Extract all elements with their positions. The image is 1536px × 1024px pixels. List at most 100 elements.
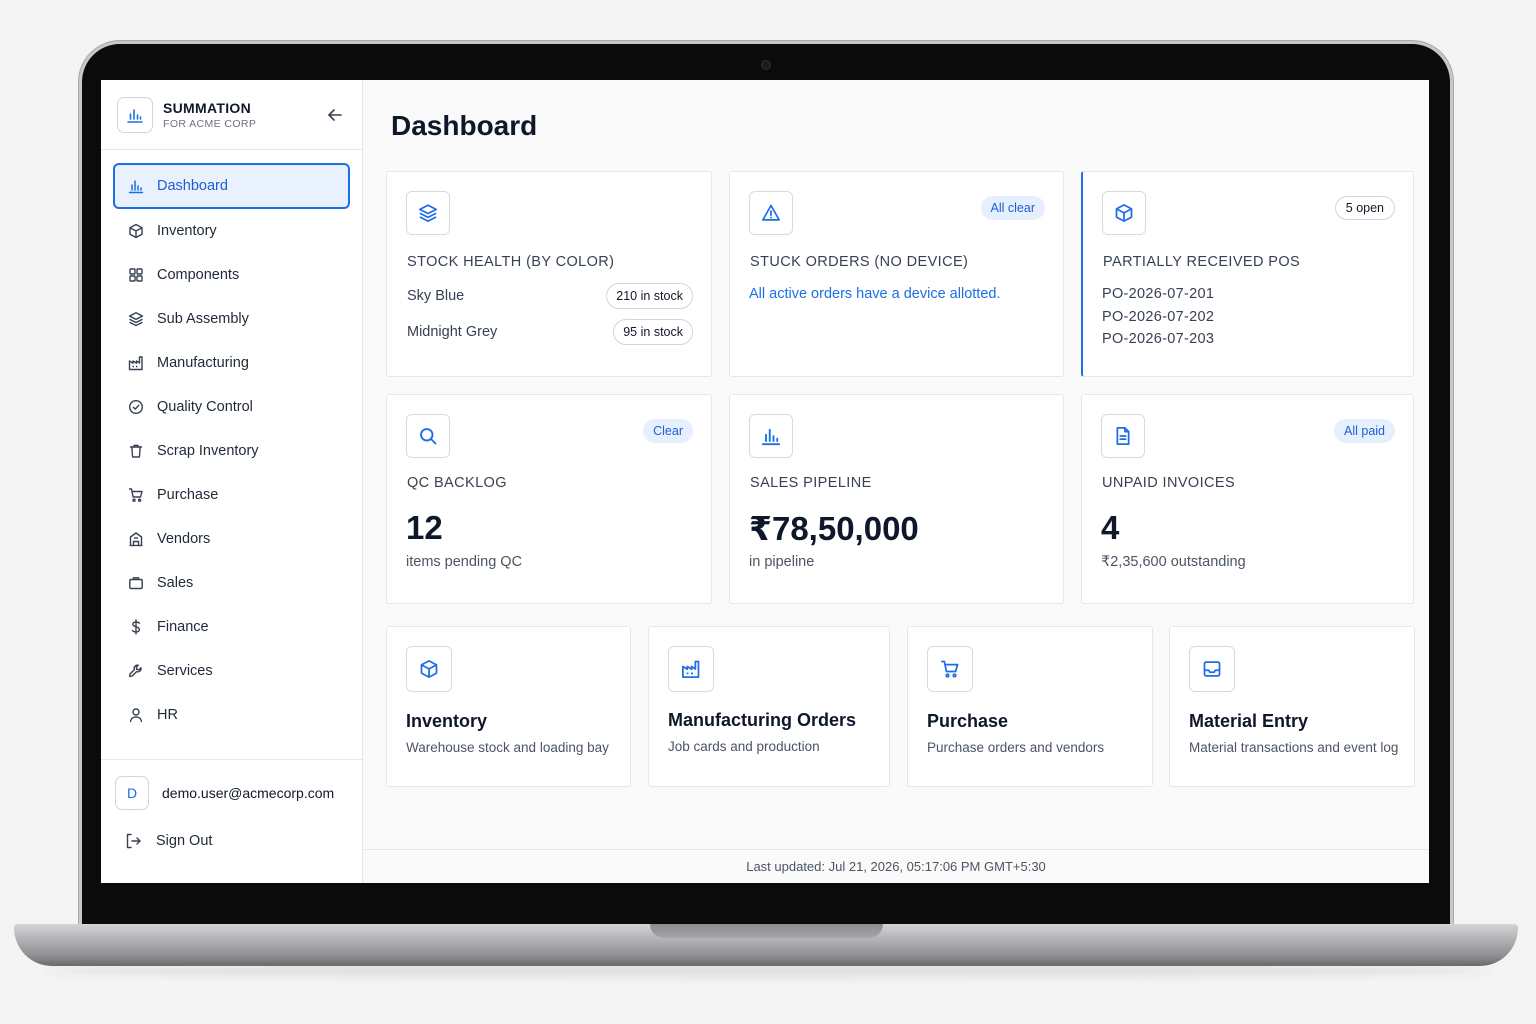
quick-link-title: Purchase	[927, 711, 1009, 731]
last-updated-text: Last updated: Jul 21, 2026, 05:17:06 PM …	[746, 859, 1046, 874]
check-circle-icon	[127, 398, 145, 416]
user-area: D demo.user@acmecorp.com Sign Out	[101, 759, 362, 883]
sidebar-item-quality-control[interactable]: Quality Control	[113, 385, 350, 429]
cart-icon	[927, 646, 973, 692]
building-icon	[127, 530, 145, 548]
sidebar-item-label: Inventory	[157, 223, 217, 239]
laptop-shadow	[40, 964, 1496, 978]
sidebar-item-vendors[interactable]: Vendors	[113, 517, 350, 561]
sign-out-label: Sign Out	[156, 833, 213, 849]
cube-icon	[127, 222, 145, 240]
qc-backlog-value: 12	[406, 509, 443, 546]
sign-out-button[interactable]: Sign Out	[115, 832, 348, 850]
unpaid-invoices-value: 4	[1101, 509, 1120, 546]
sidebar-item-scrap-inventory[interactable]: Scrap Inventory	[113, 429, 350, 473]
briefcase-icon	[127, 574, 145, 592]
quick-link-inventory[interactable]: Inventory Warehouse stock and loading ba…	[386, 626, 631, 787]
stuck-orders-card[interactable]: All clear STUCK ORDERS (NO DEVICE) All a…	[729, 171, 1064, 377]
sidebar-item-services[interactable]: Services	[113, 649, 350, 693]
status-badge: Clear	[643, 419, 693, 443]
sales-pipeline-subtext: in pipeline	[749, 554, 815, 570]
stock-count-pill: 95 in stock	[613, 319, 693, 345]
quick-link-purchase[interactable]: Purchase Purchase orders and vendors	[907, 626, 1153, 787]
sidebar-item-label: Scrap Inventory	[157, 443, 259, 459]
brand-logo-icon	[117, 96, 153, 133]
chart-icon	[749, 414, 793, 458]
stock-health-card[interactable]: STOCK HEALTH (BY COLOR) Sky Blue 210 in …	[386, 171, 712, 377]
unpaid-invoices-card[interactable]: All paid UNPAID INVOICES 4 ₹2,35,600 out…	[1081, 394, 1414, 604]
laptop-notch	[650, 924, 883, 938]
sidebar-item-inventory[interactable]: Inventory	[113, 209, 350, 253]
partial-pos-card[interactable]: 5 open PARTIALLY RECEIVED POS PO-2026-07…	[1081, 171, 1414, 377]
qc-backlog-card[interactable]: Clear QC BACKLOG 12 items pending QC	[386, 394, 712, 604]
user-icon	[127, 706, 145, 724]
po-item[interactable]: PO-2026-07-201	[1102, 283, 1214, 306]
sidebar-item-label: Quality Control	[157, 399, 253, 415]
quick-link-desc: Job cards and production	[668, 739, 820, 754]
laptop-lid: SUMMATION FOR ACME CORP Dashboard Invent…	[82, 44, 1450, 932]
quick-link-desc: Warehouse stock and loading bay	[406, 740, 609, 755]
cube-icon	[1102, 191, 1146, 235]
avatar: D	[115, 776, 149, 810]
stuck-orders-message: All active orders have a device allotted…	[749, 286, 1001, 302]
sidebar-nav: Dashboard Inventory Components Sub Assem…	[101, 150, 362, 759]
card-label: STUCK ORDERS (NO DEVICE)	[750, 254, 969, 270]
stock-color-name: Sky Blue	[407, 288, 465, 304]
sidebar-item-label: Finance	[157, 619, 209, 635]
trash-icon	[127, 442, 145, 460]
quick-link-material-entry[interactable]: Material Entry Material transactions and…	[1169, 626, 1415, 787]
sidebar-item-components[interactable]: Components	[113, 253, 350, 297]
sidebar-item-manufacturing[interactable]: Manufacturing	[113, 341, 350, 385]
status-badge: All clear	[980, 196, 1045, 220]
sidebar-item-sales[interactable]: Sales	[113, 561, 350, 605]
quick-link-manufacturing-orders[interactable]: Manufacturing Orders Job cards and produ…	[648, 626, 890, 787]
camera-icon	[761, 60, 771, 70]
brand-name: SUMMATION	[163, 99, 251, 116]
stock-color-name: Midnight Grey	[407, 324, 498, 340]
card-label: SALES PIPELINE	[750, 475, 872, 491]
cube-icon	[406, 646, 452, 692]
sidebar-item-label: HR	[157, 707, 178, 723]
arrow-left-icon	[328, 108, 342, 121]
sidebar-item-label: Dashboard	[157, 178, 228, 194]
page-title: Dashboard	[391, 110, 538, 141]
layers-icon	[127, 310, 145, 328]
document-icon	[1101, 414, 1145, 458]
sidebar-item-hr[interactable]: HR	[113, 693, 350, 737]
po-item[interactable]: PO-2026-07-203	[1102, 328, 1214, 351]
card-label: PARTIALLY RECEIVED POS	[1103, 254, 1301, 270]
quick-link-title: Inventory	[406, 711, 488, 731]
status-badge: 5 open	[1334, 196, 1395, 220]
sign-out-icon	[124, 832, 142, 850]
stock-count-pill: 210 in stock	[606, 283, 693, 309]
quick-link-title: Material Entry	[1189, 711, 1309, 731]
factory-icon	[668, 646, 714, 692]
sidebar-item-label: Purchase	[157, 487, 219, 503]
inbox-icon	[1189, 646, 1235, 692]
unpaid-invoices-subtext: ₹2,35,600 outstanding	[1101, 554, 1246, 570]
card-label: QC BACKLOG	[407, 475, 507, 491]
quick-link-desc: Material transactions and event log	[1189, 740, 1399, 755]
collapse-sidebar-button[interactable]	[324, 104, 346, 126]
sidebar-item-purchase[interactable]: Purchase	[113, 473, 350, 517]
grid-icon	[127, 266, 145, 284]
alert-triangle-icon	[749, 191, 793, 235]
stock-row: Sky Blue 210 in stock	[407, 283, 693, 309]
sidebar-item-label: Sales	[157, 575, 194, 591]
sidebar-item-dashboard[interactable]: Dashboard	[113, 163, 350, 209]
screen: SUMMATION FOR ACME CORP Dashboard Invent…	[101, 80, 1429, 883]
chart-icon	[127, 177, 145, 195]
sidebar-item-label: Manufacturing	[157, 355, 249, 371]
sidebar-item-finance[interactable]: Finance	[113, 605, 350, 649]
po-item[interactable]: PO-2026-07-202	[1102, 306, 1214, 329]
last-updated-footer: Last updated: Jul 21, 2026, 05:17:06 PM …	[363, 849, 1429, 883]
qc-backlog-subtext: items pending QC	[406, 554, 523, 570]
user-email: demo.user@acmecorp.com	[162, 785, 335, 801]
user-profile[interactable]: D demo.user@acmecorp.com	[115, 776, 348, 810]
stock-row: Midnight Grey 95 in stock	[407, 319, 693, 345]
sales-pipeline-card[interactable]: SALES PIPELINE ₹78,50,000 in pipeline	[729, 394, 1064, 604]
main-content: Dashboard STOCK HEALTH (BY COLOR) Sky Bl…	[363, 80, 1429, 883]
sidebar-item-label: Vendors	[157, 531, 211, 547]
po-list: PO-2026-07-201 PO-2026-07-202 PO-2026-07…	[1102, 283, 1214, 351]
sidebar-item-sub-assembly[interactable]: Sub Assembly	[113, 297, 350, 341]
